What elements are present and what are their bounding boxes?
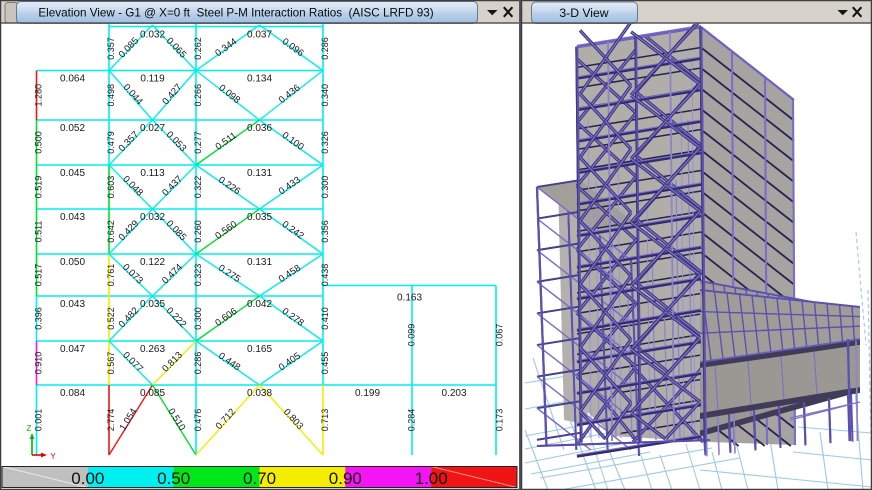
svg-text:0.038: 0.038 [247,388,272,399]
svg-text:0.036: 0.036 [247,123,272,134]
svg-text:0.476: 0.476 [193,409,203,432]
svg-text:0.322: 0.322 [193,176,203,199]
svg-text:0.326: 0.326 [320,131,330,154]
svg-text:0.410: 0.410 [320,307,330,330]
svg-text:0.286: 0.286 [193,352,203,375]
svg-text:0.173: 0.173 [495,409,505,432]
svg-text:0.761: 0.761 [106,264,116,287]
svg-text:0.027: 0.027 [140,123,165,134]
svg-text:0.567: 0.567 [106,352,116,375]
svg-text:2.774: 2.774 [106,409,116,432]
svg-text:0.084: 0.084 [60,388,85,399]
svg-text:Z: Z [27,424,32,433]
svg-text:0.263: 0.263 [140,344,165,355]
svg-text:0.438: 0.438 [320,264,330,287]
svg-text:0.286: 0.286 [320,37,330,60]
svg-text:0.519: 0.519 [34,176,44,199]
svg-text:0.498: 0.498 [106,84,116,107]
svg-text:Elevation View - G1 @ X=0 ft: Elevation View - G1 @ X=0 ft Steel P-M I… [38,7,433,20]
svg-text:0.203: 0.203 [441,388,466,399]
svg-text:0.113: 0.113 [140,168,165,179]
svg-text:0.042: 0.042 [247,299,272,310]
svg-text:0.479: 0.479 [106,131,116,154]
svg-text:0.260: 0.260 [193,220,203,243]
svg-text:0.517: 0.517 [34,264,44,287]
svg-text:0.90: 0.90 [329,469,362,488]
svg-text:0.70: 0.70 [243,469,276,488]
svg-text:0.085: 0.085 [140,388,165,399]
svg-text:1.00: 1.00 [415,469,448,488]
svg-text:0.163: 0.163 [397,293,422,304]
svg-text:0.455: 0.455 [320,352,330,375]
svg-text:0.340: 0.340 [320,84,330,107]
svg-text:0.910: 0.910 [34,352,44,375]
svg-text:0.119: 0.119 [140,74,165,85]
svg-text:0.122: 0.122 [140,257,165,268]
svg-text:3-D View: 3-D View [559,6,608,20]
svg-text:0.043: 0.043 [60,212,85,223]
svg-text:0.045: 0.045 [60,168,85,179]
svg-text:0.603: 0.603 [106,176,116,199]
svg-text:0.713: 0.713 [320,409,330,432]
svg-text:0.300: 0.300 [193,307,203,330]
svg-text:0.099: 0.099 [407,324,417,347]
svg-text:0.357: 0.357 [106,37,116,60]
svg-text:0.052: 0.052 [60,123,85,134]
svg-text:0.064: 0.064 [60,74,85,85]
svg-text:0.511: 0.511 [34,221,44,243]
svg-text:1.280: 1.280 [34,84,44,107]
svg-text:0.165: 0.165 [247,344,272,355]
svg-text:0.050: 0.050 [60,257,85,268]
svg-text:0.262: 0.262 [193,37,203,60]
svg-text:0.134: 0.134 [247,74,272,85]
svg-text:0.300: 0.300 [320,176,330,199]
svg-text:0.032: 0.032 [140,212,165,223]
svg-text:0.001: 0.001 [34,409,44,432]
svg-text:0.277: 0.277 [193,131,203,154]
svg-text:0.00: 0.00 [71,469,104,488]
svg-text:0.323: 0.323 [193,264,203,287]
svg-text:0.500: 0.500 [34,131,44,154]
svg-text:0.642: 0.642 [106,220,116,243]
svg-text:0.035: 0.035 [247,212,272,223]
svg-text:0.199: 0.199 [355,388,380,399]
svg-text:0.284: 0.284 [407,409,417,432]
svg-text:0.037: 0.037 [247,30,272,41]
svg-text:0.50: 0.50 [157,469,190,488]
svg-text:0.067: 0.067 [495,324,505,347]
svg-text:0.047: 0.047 [60,344,85,355]
svg-text:0.032: 0.032 [140,30,165,41]
svg-text:0.522: 0.522 [106,307,116,330]
svg-text:0.396: 0.396 [34,307,44,330]
svg-text:0.266: 0.266 [193,84,203,107]
svg-text:0.356: 0.356 [320,220,330,243]
svg-text:0.043: 0.043 [60,299,85,310]
svg-text:0.035: 0.035 [140,299,165,310]
svg-text:Y: Y [50,452,56,461]
svg-text:0.131: 0.131 [247,168,272,179]
svg-text:0.131: 0.131 [247,257,272,268]
